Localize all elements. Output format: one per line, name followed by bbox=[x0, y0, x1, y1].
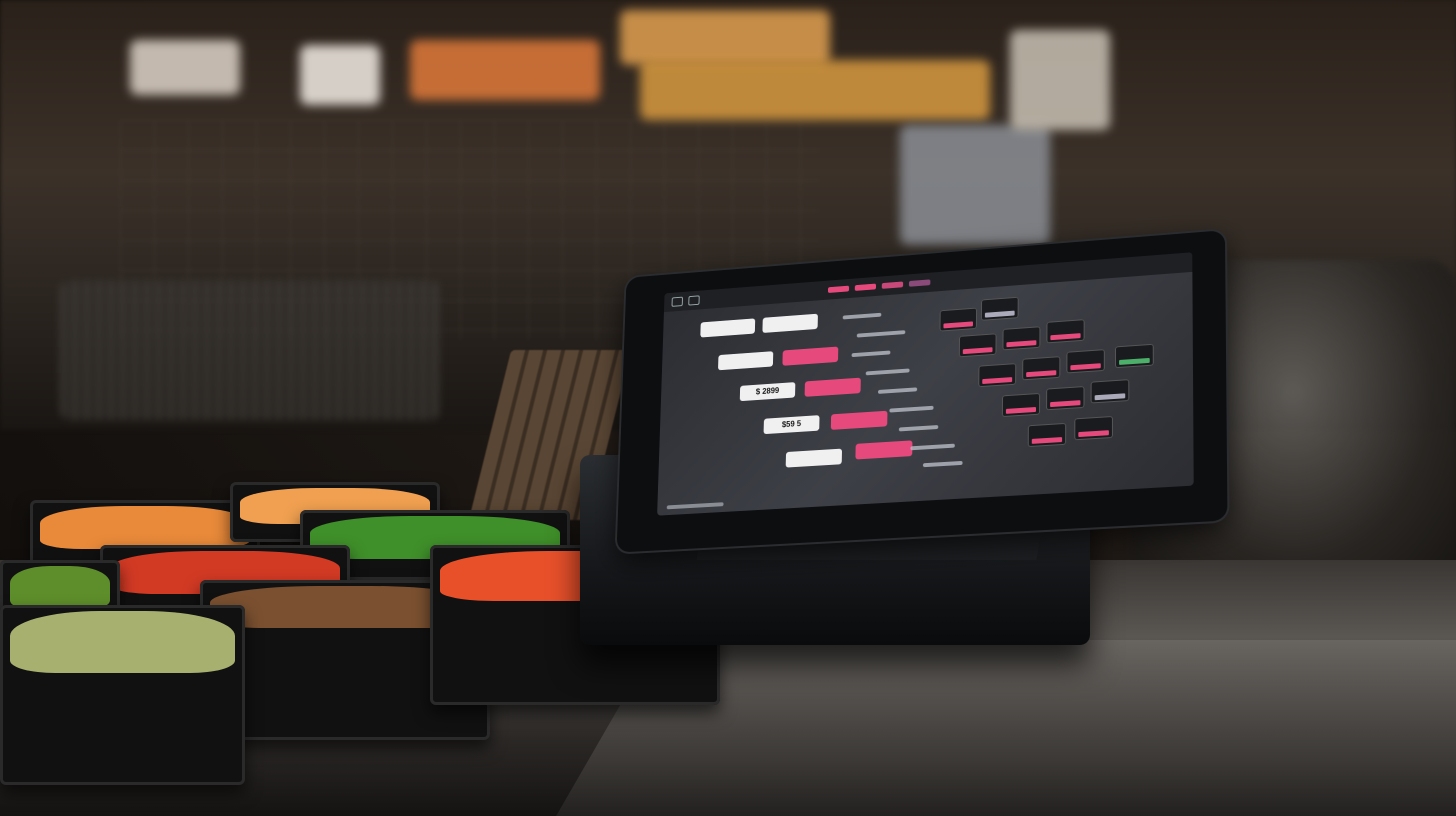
pos-item-button[interactable] bbox=[785, 448, 843, 468]
shelf-jar bbox=[300, 45, 380, 105]
back-icon[interactable] bbox=[688, 295, 700, 306]
pos-item-button[interactable] bbox=[762, 313, 818, 333]
top-tab[interactable] bbox=[854, 283, 877, 291]
pos-item-button[interactable] bbox=[782, 346, 839, 366]
pos-terminal[interactable]: $ 2899 $59 5 bbox=[616, 230, 1228, 553]
menu-list-line bbox=[856, 330, 906, 338]
shelf-jar bbox=[130, 40, 240, 95]
menu-tile[interactable] bbox=[1066, 349, 1105, 374]
menu-tile[interactable] bbox=[1001, 392, 1041, 418]
shelf-jar bbox=[620, 10, 830, 65]
footer-label bbox=[666, 502, 724, 510]
menu-icon[interactable] bbox=[671, 296, 683, 307]
menu-tile[interactable] bbox=[1002, 326, 1041, 351]
menu-tile[interactable] bbox=[939, 307, 978, 332]
food-shredded-carrots bbox=[40, 506, 250, 549]
shelf-jar bbox=[900, 125, 1050, 245]
pos-price-button[interactable]: $59 5 bbox=[763, 415, 820, 435]
top-tab[interactable] bbox=[827, 285, 850, 293]
food-cabbage bbox=[10, 611, 235, 674]
menu-list-line bbox=[842, 312, 882, 320]
pos-screen[interactable]: $ 2899 $59 5 bbox=[657, 252, 1194, 516]
pos-item-button[interactable] bbox=[855, 440, 913, 460]
menu-tiles bbox=[918, 284, 1161, 497]
menu-tile[interactable] bbox=[1074, 415, 1113, 441]
menu-tile[interactable] bbox=[1046, 386, 1085, 411]
restaurant-counter-scene: $ 2899 $59 5 bbox=[0, 0, 1456, 816]
menu-list-line bbox=[878, 387, 918, 394]
menu-tile[interactable] bbox=[1114, 343, 1154, 369]
menu-tile[interactable] bbox=[1022, 356, 1061, 381]
pos-item-button[interactable] bbox=[830, 410, 888, 430]
food-green-vegetables bbox=[10, 566, 110, 609]
pos-price-button[interactable]: $ 2899 bbox=[739, 382, 796, 402]
menu-tile[interactable] bbox=[1046, 319, 1085, 344]
top-tab[interactable] bbox=[881, 281, 904, 289]
food-tray bbox=[0, 605, 245, 785]
pos-item-button[interactable] bbox=[804, 377, 861, 397]
top-tab[interactable] bbox=[908, 279, 931, 287]
menu-tile[interactable] bbox=[958, 333, 997, 358]
menu-tile[interactable] bbox=[980, 296, 1019, 321]
menu-tile[interactable] bbox=[978, 363, 1017, 388]
shelf-jar bbox=[640, 60, 990, 120]
stacked-pans bbox=[60, 280, 440, 420]
menu-tile[interactable] bbox=[1027, 422, 1067, 448]
pos-item-button[interactable] bbox=[700, 318, 756, 338]
shelf-jar bbox=[1010, 30, 1110, 130]
shelf-jar bbox=[410, 40, 600, 100]
menu-tile[interactable] bbox=[1090, 379, 1130, 404]
menu-list-line bbox=[865, 368, 910, 376]
pos-item-button[interactable] bbox=[718, 351, 774, 371]
menu-list-line bbox=[851, 350, 891, 358]
